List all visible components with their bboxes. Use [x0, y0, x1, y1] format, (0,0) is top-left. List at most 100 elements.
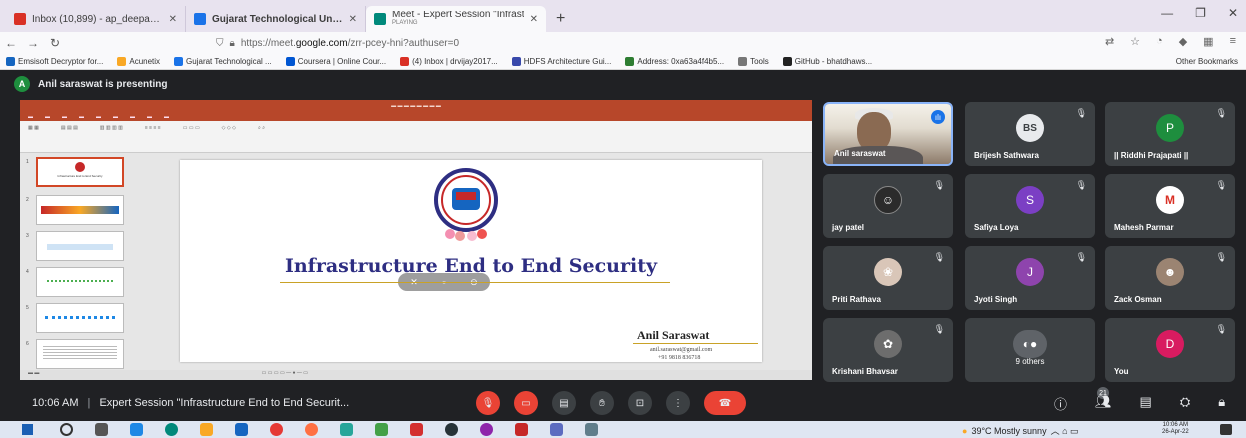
- app-icon[interactable]: [585, 423, 598, 436]
- bookmark-item[interactable]: GitHub - bhatdhaws...: [782, 57, 872, 66]
- menu-icon[interactable]: ≡: [1230, 35, 1236, 48]
- app-icon[interactable]: [480, 423, 493, 436]
- participant-tile[interactable]: 🎙︎ ✿ Krishani Bhavsar: [823, 318, 953, 382]
- bookmark-item[interactable]: Gujarat Technological ...: [174, 57, 272, 66]
- window-controls: — ❐ ✕: [1161, 6, 1238, 20]
- participant-name: Anil saraswat: [834, 149, 886, 158]
- app-icon[interactable]: [410, 423, 423, 436]
- shield-icon: ⛉: [216, 37, 224, 49]
- participant-tile[interactable]: 🎙︎ D You: [1105, 318, 1235, 382]
- weather-widget[interactable]: ● 39°C Mostly sunny ︿ ⌂ ▭: [962, 424, 1079, 437]
- participant-tile[interactable]: 🎙︎ ☻ Zack Osman: [1105, 246, 1235, 310]
- more-options-button[interactable]: ⋮: [666, 391, 690, 415]
- raise-hand-button[interactable]: ✋︎: [590, 391, 614, 415]
- puzzle-icon[interactable]: ▦: [1203, 35, 1213, 48]
- participant-tile[interactable]: ılı Anil saraswat: [823, 102, 953, 166]
- participant-name: Krishani Bhavsar: [832, 367, 898, 376]
- tab-meet[interactable]: Meet - Expert Session "Infrastr PLAYING …: [366, 6, 546, 32]
- firefox-icon[interactable]: [305, 423, 318, 436]
- minimize-icon[interactable]: —: [1161, 6, 1173, 20]
- url-bar[interactable]: ⛉ 🔒︎ https://meet.google.com/zrr-pcey-hn…: [216, 38, 546, 49]
- extension-icon[interactable]: ◆: [1179, 35, 1187, 48]
- system-clock[interactable]: 10:06 AM 26-Apr-22: [1162, 422, 1189, 436]
- tray-icons[interactable]: ︿ ⌂ ▭: [1051, 424, 1079, 437]
- present-button[interactable]: ⊡: [628, 391, 652, 415]
- participant-tile[interactable]: 🎙︎ ☺ jay patel: [823, 174, 953, 238]
- forward-icon[interactable]: →: [22, 36, 44, 50]
- app-icon[interactable]: [445, 423, 458, 436]
- screen: Inbox (10,899) - ap_deepak@g ✕ Gujarat T…: [0, 0, 1246, 438]
- app-icon[interactable]: [375, 423, 388, 436]
- host-controls-icon[interactable]: 🔒︎: [1218, 394, 1225, 413]
- back-icon[interactable]: ←: [0, 36, 22, 50]
- participant-name: Jyoti Singh: [974, 295, 1018, 304]
- navigation-bar: ← → ↻ ⛉ 🔒︎ https://meet.google.com/zrr-p…: [0, 32, 1246, 54]
- slide-thumbnail[interactable]: [36, 339, 124, 369]
- participant-tile[interactable]: 🎙︎ BS Brijesh Sathwara: [965, 102, 1095, 166]
- notification-icon[interactable]: [1220, 424, 1232, 435]
- captions-button[interactable]: ▤: [552, 391, 576, 415]
- widgets-icon[interactable]: [130, 423, 143, 436]
- participant-tile[interactable]: 🎙︎ M Mahesh Parmar: [1105, 174, 1235, 238]
- mic-muted-icon: 🎙︎: [1215, 252, 1227, 262]
- tab-gmail[interactable]: Inbox (10,899) - ap_deepak@g ✕: [6, 6, 186, 32]
- app-icon[interactable]: [340, 423, 353, 436]
- task-view-icon[interactable]: [95, 423, 108, 436]
- camera-off-button[interactable]: ▭: [514, 391, 538, 415]
- slide-thumbnail[interactable]: [36, 267, 124, 297]
- powerpoint-statusbar: ▬ ▬ ▭ ▭ ▭ ▭ — ● — ▭: [20, 370, 812, 380]
- participant-tile[interactable]: 🎙︎ ❀ Priti Rathava: [823, 246, 953, 310]
- info-icon[interactable]: ⓘ: [1054, 394, 1067, 413]
- close-window-icon[interactable]: ✕: [1228, 6, 1238, 20]
- participant-name: Priti Rathava: [832, 295, 881, 304]
- slide-thumbnail[interactable]: [36, 231, 124, 261]
- bookmark-item[interactable]: HDFS Architecture Gui...: [511, 57, 611, 66]
- mic-muted-icon: 🎙︎: [933, 324, 945, 334]
- participant-tile[interactable]: 🎙︎ J Jyoti Singh: [965, 246, 1095, 310]
- people-icon[interactable]: 👥︎: [1095, 394, 1112, 413]
- bookmark-item[interactable]: (4) Inbox | drvijay2017...: [400, 57, 498, 66]
- slide-thumbnail[interactable]: [36, 303, 124, 333]
- store-icon[interactable]: [235, 423, 248, 436]
- close-tab-icon[interactable]: ✕: [530, 14, 538, 25]
- bookmark-item[interactable]: Emsisoft Decryptor for...: [6, 57, 103, 66]
- avatar: ✿: [874, 330, 902, 358]
- others-tile[interactable]: ◐● 9 others: [965, 318, 1095, 382]
- bookmark-item[interactable]: Address: 0xa63a4f4b5...: [625, 57, 724, 66]
- tab-gtu[interactable]: Gujarat Technological Univers ✕: [186, 6, 366, 32]
- participant-tile[interactable]: 🎙︎ P || Riddhi Prajapati ||: [1105, 102, 1235, 166]
- participant-tile[interactable]: 🎙︎ S Safiya Loya: [965, 174, 1095, 238]
- slide-email: anil.saraswat@gmail.com: [650, 347, 713, 353]
- reload-icon[interactable]: ↻: [44, 36, 66, 50]
- close-tab-icon[interactable]: ✕: [169, 14, 177, 25]
- slide-thumbnail[interactable]: [36, 195, 124, 225]
- powerpoint-titlebar: ▬ ▬ ▬ ▬ ▬ ▬ ▬ ▬: [20, 100, 812, 112]
- current-slide: ✕ ▫ ⊖ Infrastructure End to End Security…: [180, 160, 762, 362]
- close-tab-icon[interactable]: ✕: [349, 14, 357, 25]
- chrome-icon[interactable]: [270, 423, 283, 436]
- bookmark-star-icon[interactable]: ☆: [1130, 35, 1140, 48]
- browser-tab-bar: Inbox (10,899) - ap_deepak@g ✕ Gujarat T…: [0, 0, 1246, 32]
- tab-title: Inbox (10,899) - ap_deepak@g: [32, 13, 163, 25]
- search-icon[interactable]: [60, 423, 73, 436]
- chat-icon[interactable]: ▤: [1140, 394, 1152, 413]
- meet-icon: [374, 13, 386, 25]
- leave-call-button[interactable]: ☎︎: [704, 391, 746, 415]
- app-icon[interactable]: [550, 423, 563, 436]
- translate-icon[interactable]: ⇄: [1105, 35, 1114, 48]
- mic-off-button[interactable]: 🎙︎: [476, 391, 500, 415]
- app-icon[interactable]: [515, 423, 528, 436]
- bookmark-item[interactable]: Acunetix: [117, 57, 160, 66]
- bookmark-item[interactable]: Tools: [738, 57, 769, 66]
- file-explorer-icon[interactable]: [200, 423, 213, 436]
- bookmark-item[interactable]: Coursera | Online Cour...: [285, 57, 386, 66]
- restore-icon[interactable]: ❐: [1195, 6, 1206, 20]
- new-tab-button[interactable]: +: [546, 10, 575, 32]
- activities-icon[interactable]: ⛭: [1180, 394, 1190, 413]
- other-bookmarks[interactable]: Other Bookmarks: [1176, 57, 1238, 66]
- edge-icon[interactable]: [165, 423, 178, 436]
- slide-thumbnail[interactable]: Infrastructure End to End Security: [36, 157, 124, 187]
- windows-start-icon[interactable]: [22, 424, 33, 435]
- pocket-icon[interactable]: ◔: [1156, 35, 1163, 48]
- tab-title: Gujarat Technological Univers: [212, 13, 343, 25]
